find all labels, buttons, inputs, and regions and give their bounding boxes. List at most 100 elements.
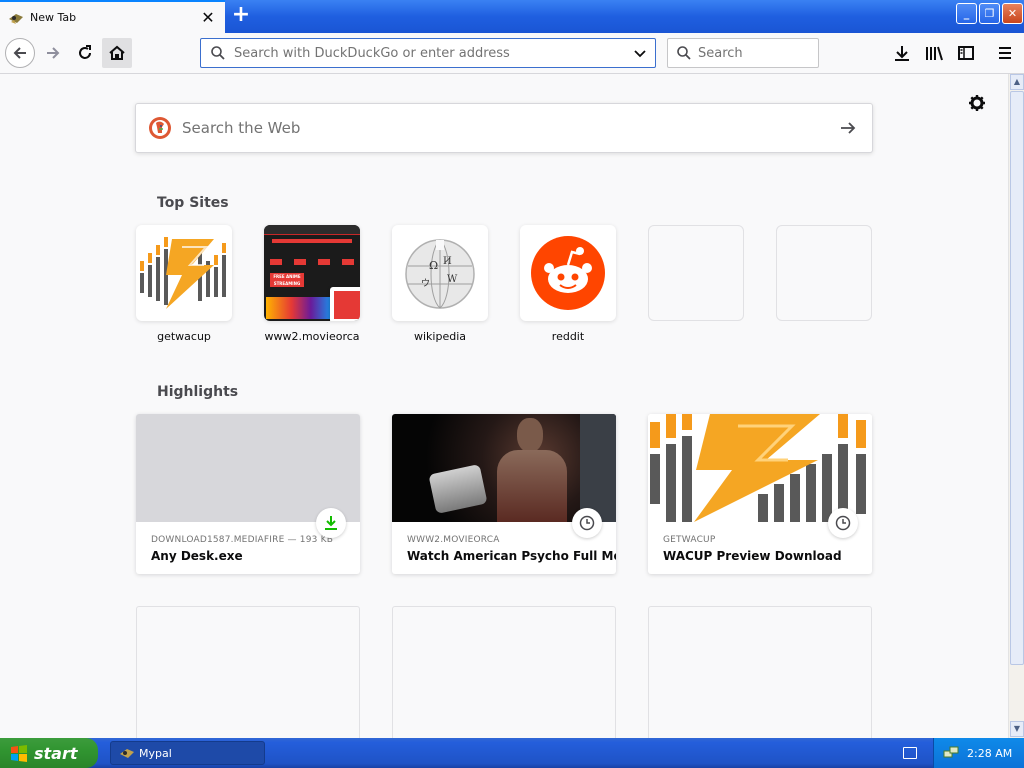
mypal-icon bbox=[120, 749, 134, 758]
highlight-card-empty bbox=[648, 606, 872, 738]
scroll-up-arrow-icon[interactable]: ▲ bbox=[1010, 74, 1024, 90]
top-site-label: wikipedia bbox=[413, 330, 466, 343]
restore-button[interactable]: ❐ bbox=[979, 3, 1000, 24]
system-tray: 2:28 AM bbox=[933, 738, 1024, 768]
library-icon bbox=[926, 46, 943, 61]
tab-new-tab[interactable]: New Tab ✕ bbox=[0, 0, 225, 33]
top-site-getwacup[interactable]: getwacup bbox=[136, 225, 232, 343]
movie-background-panel bbox=[580, 414, 616, 522]
close-window-button[interactable]: ✕ bbox=[1002, 3, 1023, 24]
svg-text:ウ: ウ bbox=[421, 278, 430, 289]
highlight-card-movieorca[interactable]: WWW2.MOVIEORCA Watch American Psycho Ful… bbox=[392, 414, 616, 574]
highlight-title: WACUP Preview Download bbox=[663, 549, 842, 563]
tab-title: New Tab bbox=[30, 11, 77, 24]
chevron-down-icon[interactable] bbox=[632, 45, 648, 61]
empty-tile bbox=[648, 225, 744, 321]
downloads-button[interactable] bbox=[892, 43, 912, 63]
start-label: start bbox=[34, 743, 78, 763]
movieorca-nav-item bbox=[294, 259, 306, 265]
reddit-thumbnail bbox=[520, 225, 616, 321]
wikipedia-globe-icon: Ω И W ウ bbox=[405, 239, 475, 309]
movie-chainsaw bbox=[428, 464, 488, 514]
reload-button[interactable] bbox=[70, 38, 100, 68]
scrollbar-thumb[interactable] bbox=[1010, 91, 1024, 665]
clock: 2:28 AM bbox=[967, 746, 1013, 760]
highlight-card-anydesk[interactable]: DOWNLOAD1587.MEDIAFIRE — 193 KB Any Desk… bbox=[136, 414, 360, 574]
empty-tile bbox=[776, 225, 872, 321]
top-sites-title: Top Sites bbox=[157, 195, 229, 211]
taskbar-item-mypal[interactable]: Mypal bbox=[110, 741, 265, 765]
menu-button[interactable] bbox=[995, 43, 1015, 63]
forward-button[interactable] bbox=[38, 38, 68, 68]
network-icon[interactable] bbox=[943, 745, 959, 761]
highlight-image-movie bbox=[392, 414, 616, 522]
movieorca-posters bbox=[266, 297, 330, 319]
reload-icon bbox=[79, 45, 91, 59]
movieorca-banner-line2: STREAMING bbox=[273, 281, 301, 286]
duckduckgo-icon bbox=[149, 117, 171, 139]
start-button[interactable]: start bbox=[0, 738, 98, 768]
movieorca-banner: FREE ANIME STREAMING bbox=[270, 273, 304, 287]
home-button[interactable] bbox=[102, 38, 132, 68]
library-button[interactable] bbox=[924, 43, 944, 63]
clock-icon bbox=[835, 515, 851, 531]
search-icon bbox=[211, 46, 225, 60]
search-bar[interactable]: Search bbox=[667, 38, 819, 68]
clock-icon bbox=[579, 515, 595, 531]
web-search-box[interactable]: Search the Web bbox=[135, 103, 873, 153]
svg-text:Ω: Ω bbox=[429, 259, 438, 272]
highlight-image-placeholder bbox=[136, 414, 360, 522]
highlight-badge bbox=[828, 508, 858, 538]
sidebar-button[interactable] bbox=[956, 43, 976, 63]
top-site-label: www2.movieorca bbox=[264, 330, 360, 343]
wikipedia-thumbnail: Ω И W ウ bbox=[392, 225, 488, 321]
web-search-placeholder: Search the Web bbox=[182, 119, 301, 137]
reddit-logo-icon bbox=[531, 236, 605, 310]
vertical-scrollbar[interactable]: ▲ ▼ bbox=[1008, 74, 1024, 738]
highlight-badge bbox=[316, 508, 346, 538]
gear-icon[interactable] bbox=[968, 94, 986, 112]
top-site-empty[interactable] bbox=[648, 225, 744, 330]
highlight-image-wacup bbox=[648, 414, 872, 522]
minimize-button[interactable]: _ bbox=[956, 3, 977, 24]
wacup-logo-icon bbox=[650, 414, 866, 522]
hamburger-menu-icon bbox=[999, 47, 1011, 59]
top-site-movieorca[interactable]: FREE ANIME STREAMING www2.movieorca bbox=[264, 225, 360, 343]
movie-figure-head bbox=[517, 418, 543, 452]
new-tab-button[interactable]: + bbox=[229, 4, 253, 28]
search-icon bbox=[677, 46, 691, 60]
sidebar-icon bbox=[958, 46, 974, 60]
tab-close-icon[interactable]: ✕ bbox=[199, 8, 217, 27]
movieorca-thumbnail: FREE ANIME STREAMING bbox=[264, 225, 360, 321]
top-site-label: reddit bbox=[551, 330, 585, 343]
top-site-wikipedia[interactable]: Ω И W ウ wikipedia bbox=[392, 225, 488, 343]
highlight-card-wacup[interactable]: GETWACUP WACUP Preview Download bbox=[648, 414, 872, 574]
taskbar: start Mypal 2:28 AM bbox=[0, 738, 1024, 768]
svg-text:W: W bbox=[447, 274, 458, 285]
scroll-down-arrow-icon[interactable]: ▼ bbox=[1010, 721, 1024, 737]
highlight-title: Watch American Psycho Full Mo... bbox=[407, 549, 616, 563]
wacup-logo-icon bbox=[140, 237, 226, 309]
search-bar-placeholder: Search bbox=[698, 45, 743, 61]
movie-figure-body bbox=[497, 450, 567, 522]
svg-text:И: И bbox=[443, 256, 452, 267]
forward-arrow-icon bbox=[47, 47, 60, 59]
keyboard-icon[interactable] bbox=[903, 747, 917, 759]
highlight-title: Any Desk.exe bbox=[151, 549, 243, 563]
movieorca-banner-line1: FREE ANIME bbox=[273, 274, 301, 279]
top-site-empty[interactable] bbox=[776, 225, 872, 330]
back-button[interactable] bbox=[5, 38, 35, 68]
movieorca-nav-item bbox=[342, 259, 354, 265]
movieorca-favicon-fill bbox=[334, 291, 360, 319]
getwacup-thumbnail bbox=[136, 225, 232, 321]
back-arrow-icon bbox=[13, 47, 26, 59]
url-bar[interactable]: Search with DuckDuckGo or enter address bbox=[200, 38, 656, 68]
new-tab-page: Search the Web Top Sites getwacup FREE A… bbox=[0, 74, 1008, 738]
download-icon bbox=[325, 516, 337, 530]
taskbar-item-label: Mypal bbox=[139, 746, 172, 760]
movieorca-nav bbox=[264, 259, 360, 265]
home-icon bbox=[109, 45, 125, 60]
nav-toolbar: Search with DuckDuckGo or enter address … bbox=[0, 33, 1024, 74]
arrow-right-icon[interactable] bbox=[838, 118, 858, 138]
top-site-reddit[interactable]: reddit bbox=[520, 225, 616, 343]
